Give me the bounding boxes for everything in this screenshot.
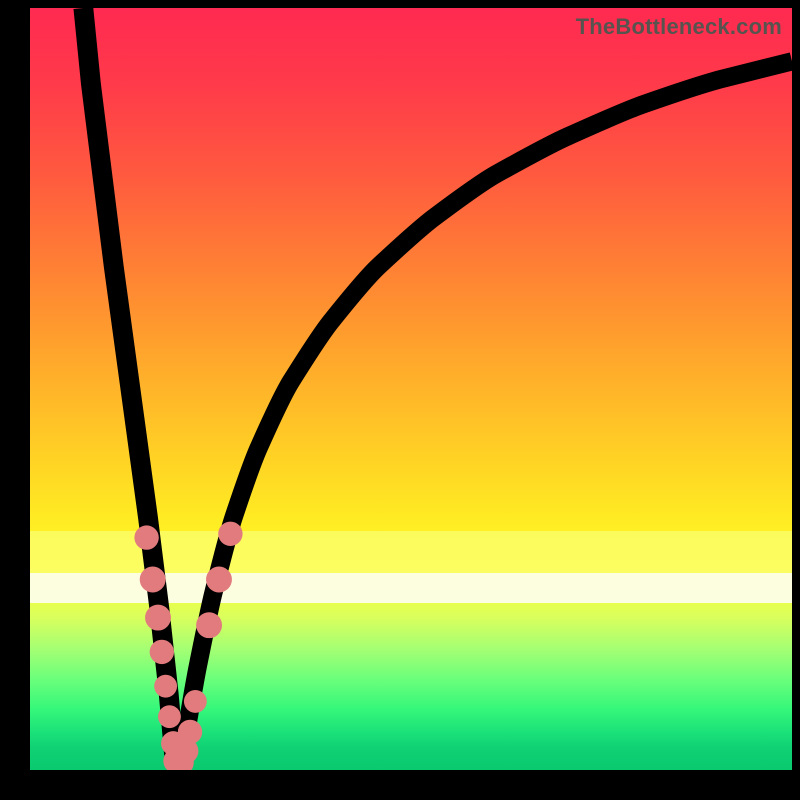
marker-point xyxy=(140,567,166,593)
marker-point xyxy=(145,605,171,631)
curve-right-branch xyxy=(182,61,792,754)
marker-point xyxy=(150,640,174,664)
marker-point xyxy=(154,675,177,698)
chart-svg xyxy=(30,8,792,770)
chart-frame: TheBottleneck.com xyxy=(30,8,792,770)
marker-point xyxy=(196,612,222,638)
marker-point xyxy=(206,567,232,593)
marker-point xyxy=(218,522,242,546)
marker-point xyxy=(158,705,181,728)
marker-point xyxy=(178,720,202,744)
marker-point xyxy=(134,525,158,549)
watermark-text: TheBottleneck.com xyxy=(576,14,782,40)
marker-point xyxy=(184,690,207,713)
